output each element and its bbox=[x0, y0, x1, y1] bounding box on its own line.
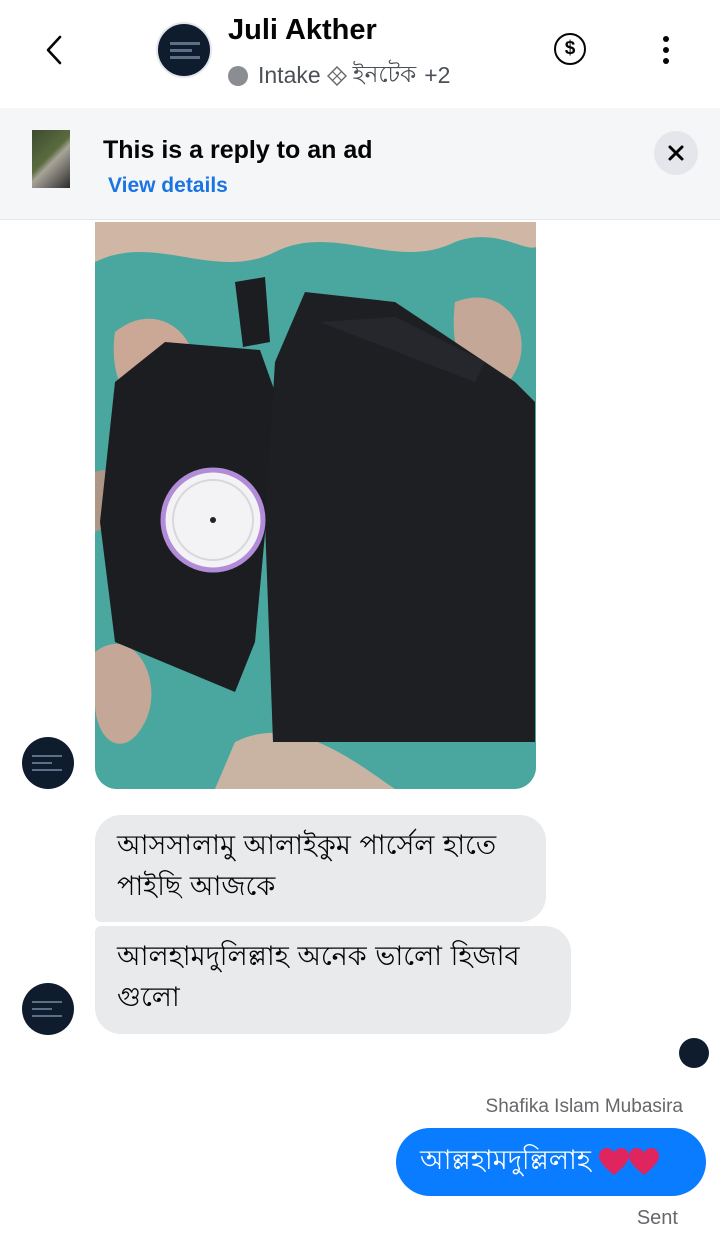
hearts-emoji bbox=[598, 1148, 659, 1176]
chat-header: Juli Akther Intake ইনটেক +2 $ bbox=[0, 0, 720, 108]
contact-avatar-small[interactable] bbox=[22, 983, 74, 1035]
status-label: Intake bbox=[258, 62, 321, 88]
ad-thumbnail[interactable] bbox=[32, 130, 70, 188]
close-banner-button[interactable] bbox=[654, 131, 698, 175]
ad-banner-title: This is a reply to an ad bbox=[103, 136, 373, 164]
status-row[interactable]: Intake ইনটেক +2 bbox=[228, 56, 450, 95]
photo-message[interactable] bbox=[95, 222, 536, 789]
extra-count: +2 bbox=[424, 62, 451, 88]
tag-label: ইনটেক bbox=[352, 61, 417, 87]
heart-icon bbox=[628, 1148, 659, 1175]
label-icon bbox=[326, 65, 347, 86]
read-receipt-avatar bbox=[679, 1038, 709, 1068]
hijab-photo bbox=[95, 222, 536, 789]
status-dot bbox=[228, 65, 248, 86]
outgoing-message[interactable]: আল্লহামদুল্লিলাহ bbox=[396, 1128, 706, 1196]
incoming-message[interactable]: আসসালামু আলাইকুম পার্সেল হাতে পাইছি আজকে bbox=[95, 815, 546, 922]
contact-name[interactable]: Juli Akther bbox=[228, 14, 377, 47]
more-vertical-icon[interactable] bbox=[652, 34, 680, 66]
outgoing-message-text: আল্লহামদুল্লিলাহ bbox=[420, 1144, 591, 1176]
heart-icon bbox=[598, 1148, 629, 1175]
dollar-icon[interactable]: $ bbox=[554, 33, 586, 65]
contact-avatar-small[interactable] bbox=[22, 737, 74, 789]
contact-avatar[interactable] bbox=[156, 22, 212, 78]
back-button[interactable] bbox=[38, 30, 70, 70]
incoming-message[interactable]: আলহামদুলিল্লাহ অনেক ভালো হিজাব গুলো bbox=[95, 926, 571, 1034]
back-arrow-icon bbox=[46, 35, 62, 65]
sender-name: Shafika Islam Mubasira bbox=[485, 1096, 683, 1117]
close-icon bbox=[668, 145, 684, 161]
message-status: Sent bbox=[636, 1207, 678, 1229]
ad-reply-banner: This is a reply to an ad View details bbox=[0, 108, 720, 220]
view-details-link[interactable]: View details bbox=[108, 174, 228, 198]
